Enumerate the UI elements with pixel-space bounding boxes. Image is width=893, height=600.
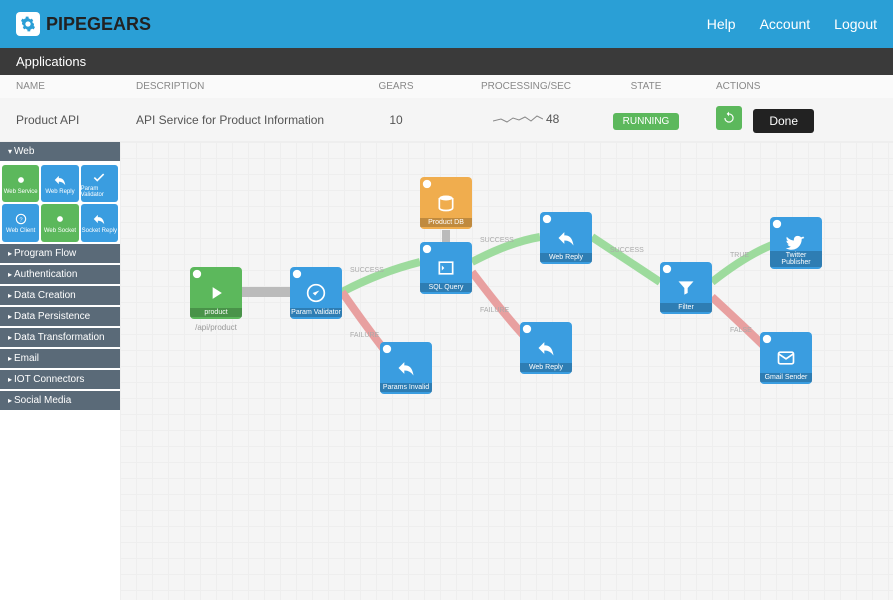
edge-label-false: FALSE — [730, 327, 752, 334]
edge-label-success: SUCCESS — [480, 237, 514, 244]
node-sql[interactable]: SQL Query — [420, 242, 472, 294]
gear-icon — [772, 219, 782, 229]
logout-link[interactable]: Logout — [834, 16, 877, 32]
tile-web-socket[interactable]: Web Socket — [41, 204, 78, 241]
gear-icon — [16, 12, 40, 36]
col-state: STATE — [596, 81, 696, 92]
reply-icon — [536, 338, 556, 358]
edge-label-failure: FAILURE — [350, 332, 379, 339]
mail-icon — [776, 348, 796, 368]
gear-icon — [542, 214, 552, 224]
logo: PIPEGEARS — [16, 12, 151, 36]
node-filter[interactable]: Filter — [660, 262, 712, 314]
sidebar-item-authentication[interactable]: Authentication — [0, 265, 120, 284]
tile-socket-reply[interactable]: Socket Reply — [81, 204, 118, 241]
tile-web-reply[interactable]: Web Reply — [41, 165, 78, 202]
sidebar: Web Web Service Web Reply Param Validato… — [0, 142, 120, 600]
gear-icon — [762, 334, 772, 344]
row-description: API Service for Product Information — [136, 113, 336, 127]
gear-palette: Web Service Web Reply Param Validator ?W… — [0, 163, 120, 244]
edge-label-success: SUCCESS — [610, 247, 644, 254]
sidebar-item-data-transformation[interactable]: Data Transformation — [0, 328, 120, 347]
sidebar-item-iot-connectors[interactable]: IOT Connectors — [0, 370, 120, 389]
node-reply1[interactable]: Web Reply — [540, 212, 592, 264]
col-actions: ACTIONS — [696, 81, 877, 92]
status-badge: RUNNING — [613, 113, 680, 130]
account-link[interactable]: Account — [760, 16, 811, 32]
reply-icon — [556, 228, 576, 248]
database-icon — [436, 193, 456, 213]
tile-web-service[interactable]: Web Service — [2, 165, 39, 202]
funnel-icon — [676, 278, 696, 298]
node-invalid[interactable]: Params Invalid — [380, 342, 432, 394]
gear-icon — [522, 324, 532, 334]
node-validator[interactable]: Param Validator — [290, 267, 342, 319]
check-icon — [306, 283, 326, 303]
reply-icon — [396, 358, 416, 378]
gear-icon — [662, 264, 672, 274]
gear-icon — [422, 179, 432, 189]
header: PIPEGEARS Help Account Logout — [0, 0, 893, 48]
edge-label-true: TRUE — [730, 252, 749, 259]
terminal-icon — [436, 258, 456, 278]
row-gears: 10 — [336, 113, 456, 127]
col-processing: PROCESSING/SEC — [456, 81, 596, 92]
gear-icon — [382, 344, 392, 354]
edge-label-success: SUCCESS — [350, 267, 384, 274]
gear-icon — [292, 269, 302, 279]
row-name: Product API — [16, 113, 136, 127]
play-icon — [206, 283, 226, 303]
sidebar-item-program-flow[interactable]: Program Flow — [0, 244, 120, 263]
sidebar-item-data-persistence[interactable]: Data Persistence — [0, 307, 120, 326]
table-row: Product API API Service for Product Info… — [0, 98, 893, 142]
gear-icon — [192, 269, 202, 279]
refresh-icon — [722, 111, 736, 125]
gear-icon — [422, 244, 432, 254]
col-gears: GEARS — [336, 81, 456, 92]
node-twitter[interactable]: Twitter Publisher — [770, 217, 822, 269]
sidebar-item-data-creation[interactable]: Data Creation — [0, 286, 120, 305]
table-header: NAME DESCRIPTION GEARS PROCESSING/SEC ST… — [0, 75, 893, 98]
tile-param-validator[interactable]: Param Validator — [81, 165, 118, 202]
node-reply2[interactable]: Web Reply — [520, 322, 572, 374]
twitter-icon — [786, 233, 806, 253]
flow-canvas[interactable]: product /api/product Param Validator SUC… — [120, 142, 893, 600]
tile-web-client[interactable]: ?Web Client — [2, 204, 39, 241]
svg-text:?: ? — [19, 217, 23, 223]
sidebar-item-web[interactable]: Web — [0, 142, 120, 161]
refresh-button[interactable] — [716, 106, 742, 130]
brand-text: PIPEGEARS — [46, 14, 151, 35]
node-start[interactable]: product /api/product — [190, 267, 242, 319]
node-db[interactable]: Product DB — [420, 177, 472, 229]
done-button[interactable]: Done — [753, 109, 814, 133]
edge-label-failure: FAILURE — [480, 307, 509, 314]
breadcrumb: Applications — [0, 48, 893, 75]
sidebar-item-social-media[interactable]: Social Media — [0, 391, 120, 410]
row-processing: 48 — [456, 112, 596, 127]
node-gmail[interactable]: Gmail Sender — [760, 332, 812, 384]
sidebar-item-email[interactable]: Email — [0, 349, 120, 368]
sparkline-icon — [493, 113, 543, 127]
col-name: NAME — [16, 81, 136, 92]
col-description: DESCRIPTION — [136, 81, 336, 92]
help-link[interactable]: Help — [707, 16, 736, 32]
